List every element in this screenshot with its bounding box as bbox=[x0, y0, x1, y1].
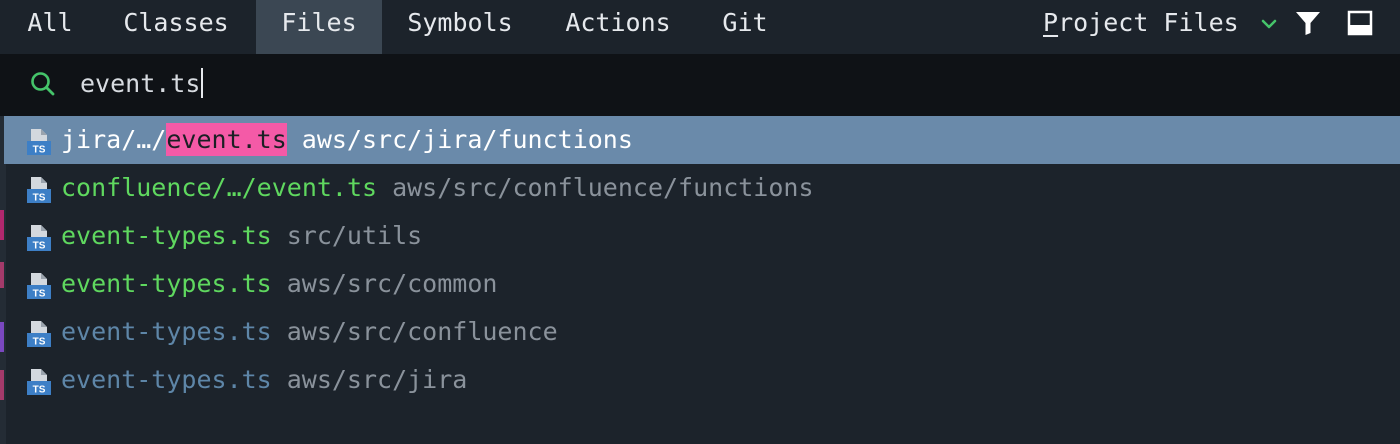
result-name: event-types.ts bbox=[61, 221, 272, 250]
typescript-file-icon: TS bbox=[27, 129, 51, 156]
result-path: aws/src/confluence bbox=[286, 317, 558, 346]
search-icon bbox=[31, 72, 55, 96]
svg-text:TS: TS bbox=[33, 145, 46, 156]
result-path: src/utils bbox=[286, 221, 423, 250]
text-caret bbox=[201, 68, 204, 98]
typescript-file-icon: TS bbox=[27, 321, 51, 348]
search-bar: event.ts bbox=[0, 54, 1400, 116]
typescript-file-icon: TS bbox=[27, 369, 51, 396]
scope-mnemonic: P bbox=[1043, 8, 1059, 37]
result-row[interactable]: TS event-types.ts src/utils bbox=[4, 212, 1400, 260]
result-row[interactable]: TS event-types.ts aws/src/jira bbox=[4, 356, 1400, 404]
search-input[interactable]: event.ts bbox=[80, 64, 1370, 104]
result-name: event-types.ts bbox=[61, 365, 272, 394]
tab-actions[interactable]: Actions bbox=[550, 0, 686, 54]
result-name: event-types.ts bbox=[61, 269, 272, 298]
results-list: TS jira/…/event.ts aws/src/jira/functions… bbox=[0, 116, 1400, 404]
svg-text:TS: TS bbox=[33, 193, 46, 204]
result-text: jira/…/event.ts aws/src/jira/functions bbox=[61, 116, 633, 164]
typescript-file-icon: TS bbox=[27, 177, 51, 204]
result-path: aws/src/common bbox=[286, 269, 498, 298]
typescript-file-icon: TS bbox=[27, 273, 51, 300]
result-text: event-types.ts aws/src/confluence bbox=[61, 308, 558, 356]
scope-selector[interactable]: Project Files bbox=[1043, 0, 1239, 46]
result-text: confluence/…/event.ts aws/src/confluence/… bbox=[61, 164, 814, 212]
tab-git[interactable]: Git bbox=[710, 0, 780, 54]
tab-symbols[interactable]: Symbols bbox=[393, 0, 527, 54]
tab-classes[interactable]: Classes bbox=[108, 0, 244, 54]
result-path: aws/src/jira/functions bbox=[301, 125, 633, 154]
result-row[interactable]: TS event-types.ts aws/src/confluence bbox=[4, 308, 1400, 356]
result-text: event-types.ts aws/src/common bbox=[61, 260, 497, 308]
svg-text:TS: TS bbox=[33, 337, 46, 348]
tab-all[interactable]: All bbox=[14, 0, 86, 54]
result-row[interactable]: TS jira/…/event.ts aws/src/jira/functions bbox=[4, 116, 1400, 164]
result-text: event-types.ts aws/src/jira bbox=[61, 356, 467, 404]
result-name-match: event.ts bbox=[166, 123, 287, 156]
svg-text:TS: TS bbox=[33, 241, 46, 252]
search-query: event.ts bbox=[80, 69, 201, 98]
result-row[interactable]: TS confluence/…/event.ts aws/src/confluen… bbox=[4, 164, 1400, 212]
result-path: aws/src/confluence/functions bbox=[392, 173, 814, 202]
filter-icon[interactable] bbox=[1294, 9, 1322, 37]
result-name: event-types.ts bbox=[61, 317, 272, 346]
pin-window-icon[interactable] bbox=[1346, 9, 1374, 37]
goto-file-popup: All Classes Files Symbols Actions Git Pr… bbox=[0, 0, 1400, 444]
svg-text:TS: TS bbox=[33, 385, 46, 396]
result-name: confluence/…/event.ts bbox=[61, 173, 378, 202]
result-text: event-types.ts src/utils bbox=[61, 212, 422, 260]
result-row[interactable]: TS event-types.ts aws/src/common bbox=[4, 260, 1400, 308]
result-name-prefix: jira/…/ bbox=[61, 125, 167, 154]
typescript-file-icon: TS bbox=[27, 225, 51, 252]
search-tabs-bar: All Classes Files Symbols Actions Git Pr… bbox=[0, 0, 1400, 54]
scope-label: roject Files bbox=[1058, 8, 1239, 37]
svg-text:TS: TS bbox=[33, 289, 46, 300]
result-path: aws/src/jira bbox=[286, 365, 468, 394]
chevron-down-icon[interactable] bbox=[1260, 15, 1278, 33]
tab-files[interactable]: Files bbox=[256, 0, 382, 54]
